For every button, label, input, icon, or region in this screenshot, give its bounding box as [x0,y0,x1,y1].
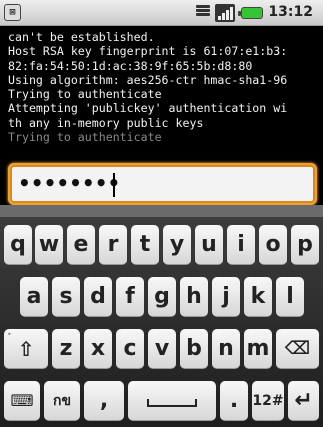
key-t[interactable]: t [131,225,159,265]
key-c[interactable]: c [116,329,144,369]
delete-key[interactable]: ⌫ [276,329,319,369]
password-field[interactable]: •••••••• [18,171,307,197]
key-e[interactable]: e [67,225,95,265]
signal-icon [215,4,235,22]
key-d[interactable]: d [84,277,112,317]
space-key[interactable] [128,381,216,421]
soft-keyboard: q w e r t y u i o p a s d f g h j k l • … [0,217,323,427]
text-caret [113,173,115,197]
password-input-container[interactable]: •••••••• [8,163,317,205]
shift-key[interactable]: • ⇧ [4,329,48,369]
key-z[interactable]: z [52,329,80,369]
key-v[interactable]: v [148,329,176,369]
key-q[interactable]: q [4,225,32,265]
key-w[interactable]: w [35,225,63,265]
terminal-line: Using algorithm: aes256-ctr hmac-sha1-96 [8,72,288,87]
key-l[interactable]: l [276,277,304,317]
terminal-app-icon: ⊠ [4,4,21,21]
period-key[interactable]: . [220,381,248,421]
terminal-line: can't be established. [8,30,155,44]
key-k[interactable]: k [244,277,272,317]
terminal-line: 82:fa:54:50:1d:ac:38:9f:65:5b:d8:80 [8,58,253,73]
battery-icon [238,7,263,19]
key-o[interactable]: o [259,225,287,265]
language-key[interactable]: กข [44,381,80,421]
comma-key[interactable]: , [84,381,124,421]
shift-icon: ⇧ [17,336,35,361]
status-bar: ⊠ 13:12 [0,0,323,26]
key-m[interactable]: m [244,329,272,369]
key-a[interactable]: a [20,277,48,317]
keyboard-settings-key[interactable]: ⌨ [4,381,40,421]
key-s[interactable]: s [52,277,80,317]
input-panel-bottom [0,205,323,217]
key-f[interactable]: f [116,277,144,317]
terminal-line: Host RSA key fingerprint is 61:07:e1:b3: [8,44,288,59]
terminal-line: Attempting 'publickey' authentication wi [8,101,288,116]
space-icon [147,399,197,407]
enter-key[interactable]: ↵ [288,381,319,421]
keyboard-icon: ⌨ [10,391,34,410]
terminal-line: th any in-memory public keys [8,115,204,130]
key-y[interactable]: y [163,225,191,265]
key-j[interactable]: j [212,277,240,317]
backspace-icon: ⌫ [284,338,311,359]
key-r[interactable]: r [99,225,127,265]
symbols-key[interactable]: 12# [252,381,284,421]
app-icon-glyph: ⊠ [9,7,16,18]
enter-icon: ↵ [294,388,313,413]
wifi-icon [196,5,210,21]
key-p[interactable]: p [291,225,319,265]
terminal-line: Trying to authenticate [8,87,162,102]
key-i[interactable]: i [227,225,255,265]
key-x[interactable]: x [84,329,112,369]
key-h[interactable]: h [180,277,208,317]
terminal-line: Trying to authenticate [8,130,162,145]
terminal-output: can't be established. Host RSA key finge… [0,26,323,174]
status-time: 13:12 [268,4,313,20]
key-b[interactable]: b [180,329,208,369]
key-g[interactable]: g [148,277,176,317]
key-n[interactable]: n [212,329,240,369]
key-u[interactable]: u [195,225,223,265]
